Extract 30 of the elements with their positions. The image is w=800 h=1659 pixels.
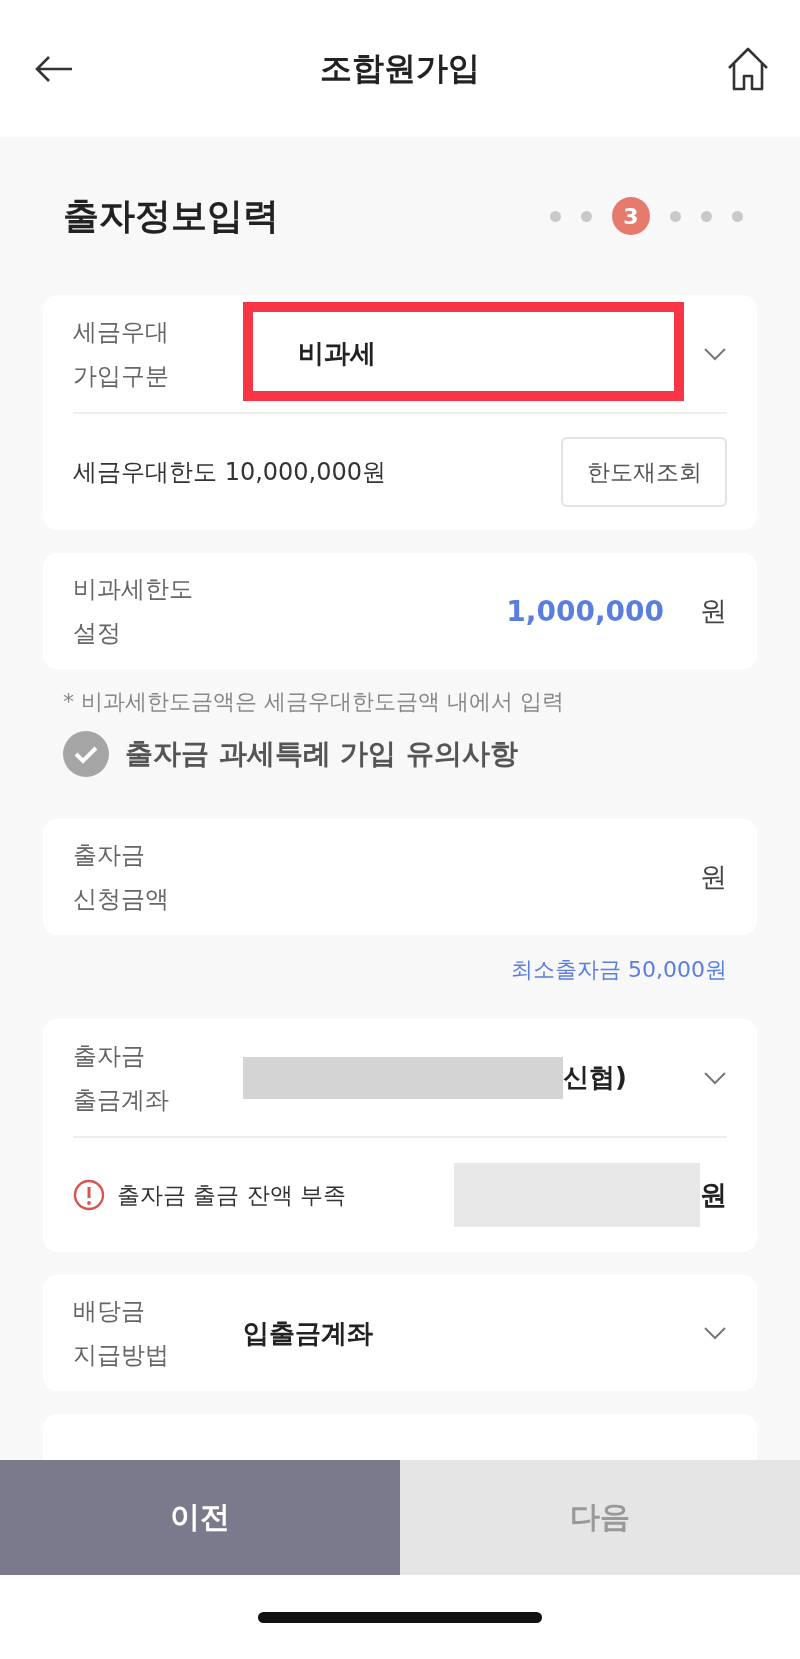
unit-label: 원 [700,594,727,628]
warning-icon [73,1179,105,1211]
field-label: 출자금 출금계좌 [73,1040,170,1116]
chevron-down-icon[interactable] [703,1070,727,1085]
step-indicator: 3 [612,197,650,235]
section-title: 출자정보입력 [63,193,279,238]
field-label: 비과세한도 설정 [73,574,194,649]
dropdown-value[interactable]: 입출금계좌 [213,1315,373,1351]
nav-button[interactable]: 이전 [0,1460,400,1575]
chevron-down-icon[interactable] [703,1326,727,1340]
chevron-down-icon[interactable] [703,346,727,361]
field-label: 배당금 지급방법 [73,1296,170,1371]
recheck-button[interactable]: 한도재조회 [561,437,727,507]
unit-label: 원 [700,860,727,894]
minimum-text: 최소출자금 50,000원 [510,956,727,984]
home-icon[interactable] [726,45,770,92]
notice-link[interactable]: 출자금 과세특례 가입 유의사항 [125,735,519,773]
unit-label: 원 [700,1178,727,1212]
back-arrow-icon[interactable] [34,53,74,84]
account-suffix: 신협) [563,1061,627,1094]
dropdown-value[interactable]: 비과세 [243,336,376,371]
limit-text: 세금우대한도 10,000,000원 [73,457,387,488]
amount-value[interactable]: 1,000,000 [506,594,664,628]
field-label: 세금우대 가입구분 [73,316,170,392]
check-icon[interactable] [63,731,109,777]
warning-text: 출자금 출금 잔액 부족 [117,1180,346,1210]
home-indicator[interactable] [258,1611,542,1623]
page-title: 조합원가입 [320,47,480,89]
field-label: 출자금 신청금액 [73,840,170,915]
note-text: * 비과세한도금액은 세금우대한도금액 내에서 입력 [63,688,565,716]
